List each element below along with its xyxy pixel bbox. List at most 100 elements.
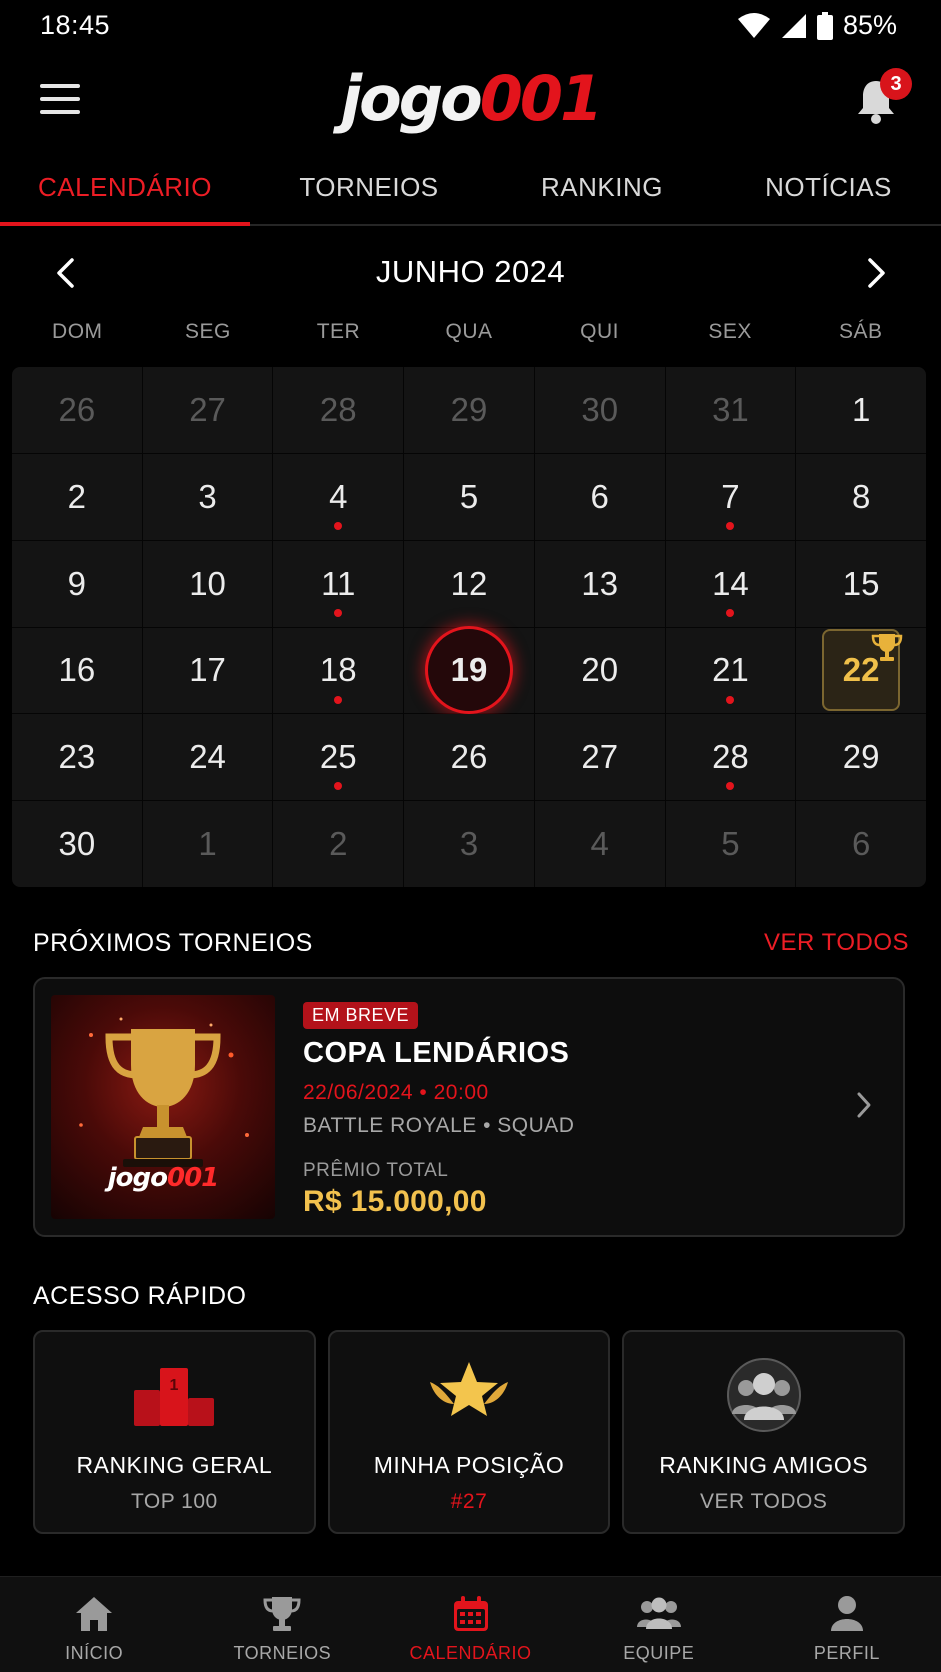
calendar-day[interactable]: 7: [665, 453, 796, 540]
day-number: 13: [581, 564, 619, 602]
day-number: 28: [712, 738, 749, 776]
calendar-day[interactable]: 30: [12, 801, 142, 887]
calendar-day[interactable]: 28: [665, 714, 796, 801]
calendar-day[interactable]: 4: [534, 801, 665, 887]
group-icon: [726, 1358, 801, 1432]
calendar-day[interactable]: 3: [404, 801, 534, 887]
calendar-day[interactable]: 1: [796, 367, 926, 453]
logo-text-part1: jogo: [340, 62, 483, 135]
tournament-card[interactable]: jogo001 EM BREVE COPA LENDÁRIOS 22/06/20…: [33, 977, 905, 1237]
nav-torneios[interactable]: TORNEIOS: [188, 1577, 376, 1672]
weekday-label: QUI: [580, 320, 620, 343]
day-number: 24: [189, 738, 226, 776]
team-icon: [636, 1597, 681, 1629]
month-title: JUNHO 2024: [375, 254, 566, 289]
weekday-label: SEG: [184, 320, 231, 343]
calendar-day[interactable]: 21: [665, 627, 796, 714]
day-number: 23: [58, 738, 96, 776]
tab-ranking[interactable]: RANKING: [488, 150, 716, 224]
logo-text-part2: 001: [479, 62, 603, 135]
calendar-day[interactable]: 27: [534, 714, 665, 801]
calendar-day[interactable]: 13: [534, 540, 665, 627]
status-bar: 18:45 85%: [0, 0, 941, 52]
calendar-day[interactable]: 29: [404, 367, 534, 453]
day-number: 21: [712, 651, 749, 689]
calendar-day[interactable]: 2: [273, 801, 404, 887]
nav-inicio[interactable]: INÍCIO: [0, 1577, 188, 1672]
calendar-day[interactable]: 3: [142, 453, 273, 540]
calendar-day[interactable]: 29: [796, 714, 926, 801]
calendar-day[interactable]: 6: [534, 453, 665, 540]
tab-noticias[interactable]: NOTÍCIAS: [716, 150, 941, 224]
calendar-day[interactable]: 30: [534, 367, 665, 453]
section-title: ACESSO RÁPIDO: [33, 1282, 247, 1310]
calendar-icon: [453, 1596, 488, 1631]
calendar-day[interactable]: 9: [12, 540, 142, 627]
weekday-label: TER: [316, 320, 361, 343]
next-month-button[interactable]: [854, 250, 900, 296]
calendar-day[interactable]: 17: [142, 627, 273, 714]
calendar-day[interactable]: 11: [273, 540, 404, 627]
event-dot: [334, 782, 343, 791]
calendar-day[interactable]: 14: [665, 540, 796, 627]
home-icon: [76, 1597, 113, 1631]
quick-ranking-amigos[interactable]: RANKING AMIGOS VER TODOS: [622, 1330, 906, 1534]
see-all-link[interactable]: VER TODOS: [764, 929, 909, 957]
top-tabs: CALENDÁRIO TORNEIOS RANKING NOTÍCIAS: [0, 150, 941, 226]
nav-label: TORNEIOS: [233, 1643, 332, 1663]
day-number: 4: [590, 825, 609, 863]
calendar-day[interactable]: 6: [796, 801, 926, 887]
event-dot: [726, 521, 735, 530]
weekday-label: QUA: [445, 320, 493, 343]
calendar-day-tournament[interactable]: 22: [796, 627, 926, 714]
thumbnail-logo-part2: 001: [166, 1163, 219, 1193]
calendar-day[interactable]: 26: [12, 367, 142, 453]
calendar-day[interactable]: 20: [534, 627, 665, 714]
calendar-day[interactable]: 26: [404, 714, 534, 801]
day-number: 14: [712, 564, 749, 602]
nav-equipe[interactable]: EQUIPE: [565, 1577, 753, 1672]
status-badge: EM BREVE: [303, 1002, 419, 1029]
quick-card-subtitle: TOP 100: [130, 1490, 218, 1513]
nav-calendario[interactable]: CALENDÁRIO: [376, 1577, 564, 1672]
day-number: 18: [319, 651, 357, 689]
calendar-day[interactable]: 16: [12, 627, 142, 714]
calendar-day[interactable]: 5: [665, 801, 796, 887]
day-number: 26: [450, 738, 488, 776]
calendar-day-today[interactable]: 19: [404, 626, 534, 715]
day-number: 3: [459, 825, 479, 863]
quick-ranking-geral[interactable]: 1 RANKING GERAL TOP 100: [33, 1330, 316, 1534]
calendar-day[interactable]: 24: [142, 714, 273, 801]
calendar-day[interactable]: 15: [796, 540, 926, 627]
signal-icon: [781, 13, 807, 39]
trophy-icon: [872, 633, 903, 661]
calendar-day[interactable]: 28: [273, 367, 404, 453]
calendar-day[interactable]: 10: [142, 540, 273, 627]
chevron-right-icon: [857, 1092, 871, 1118]
calendar-day[interactable]: 4: [273, 453, 404, 540]
tournament-mode: BATTLE ROYALE • SQUAD: [303, 1114, 575, 1137]
tab-calendario[interactable]: CALENDÁRIO: [0, 150, 250, 224]
calendar-day[interactable]: 2: [12, 453, 142, 540]
day-number: 1: [198, 825, 217, 863]
nav-perfil[interactable]: PERFIL: [753, 1577, 941, 1672]
calendar-day[interactable]: 12: [404, 540, 534, 627]
calendar-day[interactable]: 25: [273, 714, 404, 801]
calendar-day[interactable]: 1: [142, 801, 273, 887]
calendar-day[interactable]: 18: [273, 627, 404, 714]
tab-torneios[interactable]: TORNEIOS: [250, 150, 488, 224]
calendar-day[interactable]: 23: [12, 714, 142, 801]
calendar-day[interactable]: 5: [404, 453, 534, 540]
quick-minha-posicao[interactable]: MINHA POSIÇÃO #27: [327, 1330, 611, 1534]
thumbnail-logo-part1: jogo: [107, 1163, 168, 1193]
tournament-thumbnail: jogo001: [51, 995, 275, 1219]
thumbnail-logo: jogo001: [51, 1163, 275, 1193]
calendar-day[interactable]: 8: [796, 453, 926, 540]
calendar-day[interactable]: 31: [665, 367, 796, 453]
upcoming-section-header: PRÓXIMOS TORNEIOS VER TODOS: [33, 929, 909, 963]
day-number: 5: [721, 825, 740, 863]
weekday-label: SEX: [708, 320, 752, 343]
calendar-day[interactable]: 27: [142, 367, 273, 453]
weekday-label: SÁB: [838, 320, 883, 343]
nav-label: PERFIL: [813, 1643, 880, 1663]
